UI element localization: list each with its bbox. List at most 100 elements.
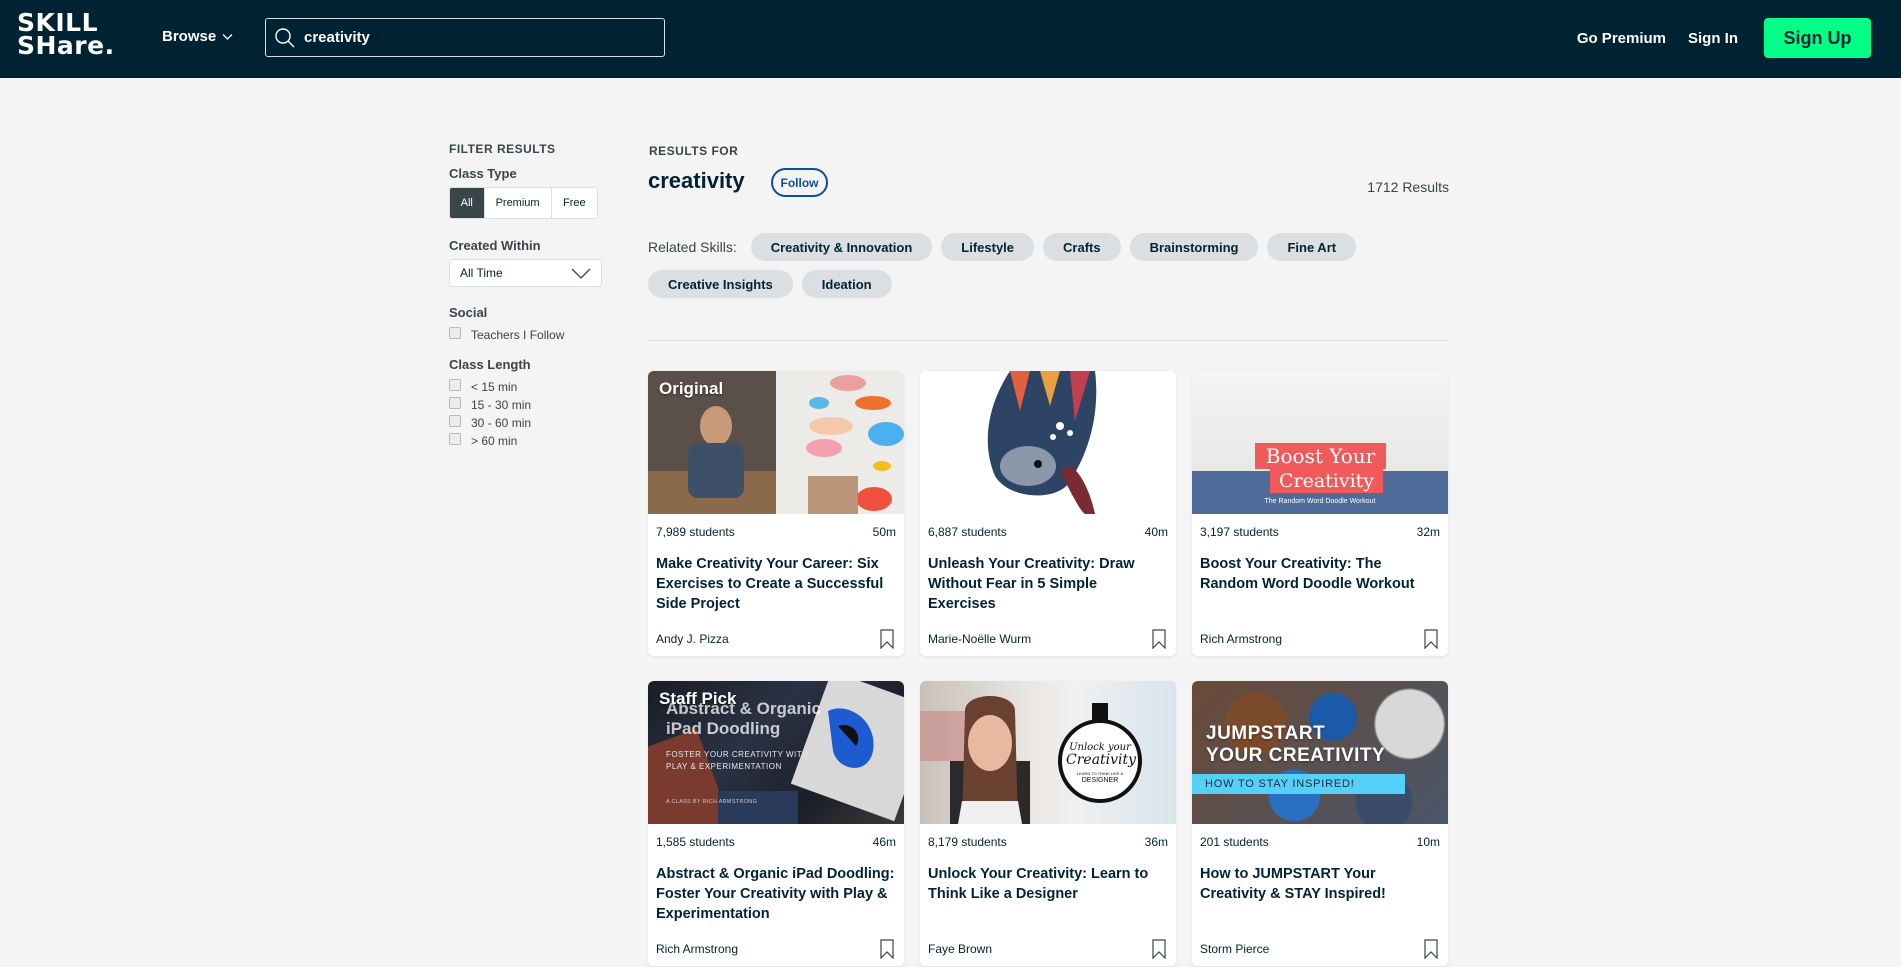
teacher-name[interactable]: Rich Armstrong xyxy=(1200,632,1282,646)
class-duration: 40m xyxy=(1144,525,1168,539)
result-count: 1712 Results xyxy=(1367,179,1449,195)
thumbnail-title: JUMPSTART YOUR CREATIVITY xyxy=(1206,723,1386,766)
class-length-checkbox[interactable] xyxy=(449,415,461,427)
search-input[interactable] xyxy=(304,29,644,46)
class-card[interactable]: Boost Your Creativity The Random Word Do… xyxy=(1192,371,1448,656)
class-duration: 36m xyxy=(1144,835,1168,849)
social-filter: Social Teachers I Follow xyxy=(449,305,619,344)
bookmark-icon[interactable] xyxy=(880,629,894,649)
class-length-option[interactable]: > 60 min xyxy=(449,432,619,450)
nav-actions: Go Premium Sign In Sign Up xyxy=(1577,18,1871,58)
skill-chip[interactable]: Crafts xyxy=(1043,233,1121,261)
class-card[interactable]: JUMPSTART YOUR CREATIVITY HOW TO STAY IN… xyxy=(1192,681,1448,966)
class-thumbnail[interactable] xyxy=(920,371,1176,514)
thumbnail-credit: A CLASS BY RICH ARMSTRONG xyxy=(666,799,758,805)
teachers-i-follow-option[interactable]: Teachers I Follow xyxy=(449,326,619,344)
bookmark-icon[interactable] xyxy=(880,939,894,959)
teacher-name[interactable]: Faye Brown xyxy=(928,942,992,956)
class-thumbnail[interactable]: Boost Your Creativity The Random Word Do… xyxy=(1192,371,1448,514)
class-length-checkbox[interactable] xyxy=(449,379,461,391)
class-meta: 201 students 10m xyxy=(1192,835,1448,849)
class-title[interactable]: Abstract & Organic iPad Doodling: Foster… xyxy=(648,864,904,926)
original-badge: Original xyxy=(659,379,724,398)
search-box[interactable] xyxy=(265,18,665,57)
follow-button[interactable]: Follow xyxy=(771,168,828,197)
top-nav: SKILL SHare. Browse Go Premium Sign In S… xyxy=(0,0,1901,78)
class-meta: 3,197 students 32m xyxy=(1192,525,1448,539)
skill-chip[interactable]: Brainstorming xyxy=(1129,233,1259,261)
thumbnail-subtitle: The Random Word Doodle Workout xyxy=(1264,498,1376,505)
class-thumbnail[interactable]: Staff Pick Abstract & Organic iPad Doodl… xyxy=(648,681,904,824)
class-type-premium[interactable]: Premium xyxy=(485,188,552,218)
teacher-name[interactable]: Storm Pierce xyxy=(1200,942,1269,956)
teachers-i-follow-checkbox[interactable] xyxy=(449,327,461,339)
thumbnail-title-line2: Creativity xyxy=(1270,469,1383,493)
class-title[interactable]: Boost Your Creativity: The Random Word D… xyxy=(1192,554,1448,616)
class-duration: 32m xyxy=(1416,525,1440,539)
chevron-down-icon xyxy=(222,33,233,40)
class-thumbnail[interactable]: JUMPSTART YOUR CREATIVITY HOW TO STAY IN… xyxy=(1192,681,1448,824)
skill-chip[interactable]: Ideation xyxy=(801,270,892,298)
browse-label: Browse xyxy=(162,28,217,45)
results-for-label: RESULTS FOR xyxy=(649,144,739,158)
teachers-i-follow-label: Teachers I Follow xyxy=(471,328,565,342)
sign-in-link[interactable]: Sign In xyxy=(1688,30,1738,47)
filter-panel: FILTER RESULTS Class Type All Premium Fr… xyxy=(449,142,619,450)
class-length-option[interactable]: 15 - 30 min xyxy=(449,396,619,414)
student-count: 201 students xyxy=(1200,835,1269,849)
skill-chip[interactable]: Creative Insights xyxy=(648,270,793,298)
thumbnail-title-line1: Boost Your xyxy=(1255,443,1386,469)
student-count: 7,989 students xyxy=(656,525,735,539)
class-grid: Original 7,989 students 50m Make Creativ… xyxy=(648,371,1448,966)
class-card[interactable]: Original 7,989 students 50m Make Creativ… xyxy=(648,371,904,656)
query-title: creativity xyxy=(648,168,745,193)
browse-menu[interactable]: Browse xyxy=(162,28,233,45)
class-meta: 6,887 students 40m xyxy=(920,525,1176,539)
thumbnail-subtitle: LEARN TO THINK LIKE A xyxy=(1076,771,1124,776)
created-within-value: All Time xyxy=(460,266,503,280)
filter-heading: FILTER RESULTS xyxy=(449,142,556,156)
class-length-option[interactable]: 30 - 60 min xyxy=(449,414,619,432)
teacher-name[interactable]: Rich Armstrong xyxy=(656,942,738,956)
created-within-label: Created Within xyxy=(449,238,541,253)
student-count: 8,179 students xyxy=(928,835,1007,849)
class-length-option-label: 15 - 30 min xyxy=(471,398,532,412)
class-length-checkbox[interactable] xyxy=(449,397,461,409)
skill-chip[interactable]: Fine Art xyxy=(1267,233,1357,261)
class-title[interactable]: Make Creativity Your Career: Six Exercis… xyxy=(648,554,904,616)
class-meta: 8,179 students 36m xyxy=(920,835,1176,849)
bookmark-icon[interactable] xyxy=(1152,939,1166,959)
class-type-label: Class Type xyxy=(449,166,517,181)
class-title[interactable]: How to JUMPSTART Your Creativity & STAY … xyxy=(1192,864,1448,926)
class-thumbnail[interactable]: Original xyxy=(648,371,904,514)
go-premium-link[interactable]: Go Premium xyxy=(1577,30,1666,47)
thumbnail-credit: DESIGNER xyxy=(1081,777,1119,784)
class-meta: 1,585 students 46m xyxy=(648,835,904,849)
class-card[interactable]: 6,887 students 40m Unleash Your Creativi… xyxy=(920,371,1176,656)
class-title[interactable]: Unlock Your Creativity: Learn to Think L… xyxy=(920,864,1176,926)
thumbnail-subtitle: HOW TO STAY INSPIRED! xyxy=(1192,774,1405,794)
created-within-select[interactable]: All Time xyxy=(449,259,602,287)
teacher-name[interactable]: Marie-Noëlle Wurm xyxy=(928,632,1031,646)
class-length-option-label: > 60 min xyxy=(471,434,518,448)
bookmark-icon[interactable] xyxy=(1424,939,1438,959)
bookmark-icon[interactable] xyxy=(1152,629,1166,649)
skill-chip[interactable]: Creativity & Innovation xyxy=(750,233,933,261)
class-length-option[interactable]: < 15 min xyxy=(449,378,619,396)
class-thumbnail[interactable]: Unlock your Creativity LEARN TO THINK LI… xyxy=(920,681,1176,824)
class-card[interactable]: Staff Pick Abstract & Organic iPad Doodl… xyxy=(648,681,904,966)
student-count: 6,887 students xyxy=(928,525,1007,539)
class-card[interactable]: Unlock your Creativity LEARN TO THINK LI… xyxy=(920,681,1176,966)
class-length-checkbox[interactable] xyxy=(449,433,461,445)
teacher-name[interactable]: Andy J. Pizza xyxy=(656,632,729,646)
class-type-free[interactable]: Free xyxy=(552,188,597,218)
class-type-toggle: All Premium Free xyxy=(449,187,598,219)
bookmark-icon[interactable] xyxy=(1424,629,1438,649)
class-length-option-label: < 15 min xyxy=(471,380,518,394)
skillshare-logo[interactable]: SKILL SHare. xyxy=(17,10,115,58)
sign-up-button[interactable]: Sign Up xyxy=(1764,18,1871,58)
related-skills-label: Related Skills: xyxy=(648,239,737,255)
class-type-all[interactable]: All xyxy=(450,188,485,218)
skill-chip[interactable]: Lifestyle xyxy=(941,233,1035,261)
class-title[interactable]: Unleash Your Creativity: Draw Without Fe… xyxy=(920,554,1176,616)
